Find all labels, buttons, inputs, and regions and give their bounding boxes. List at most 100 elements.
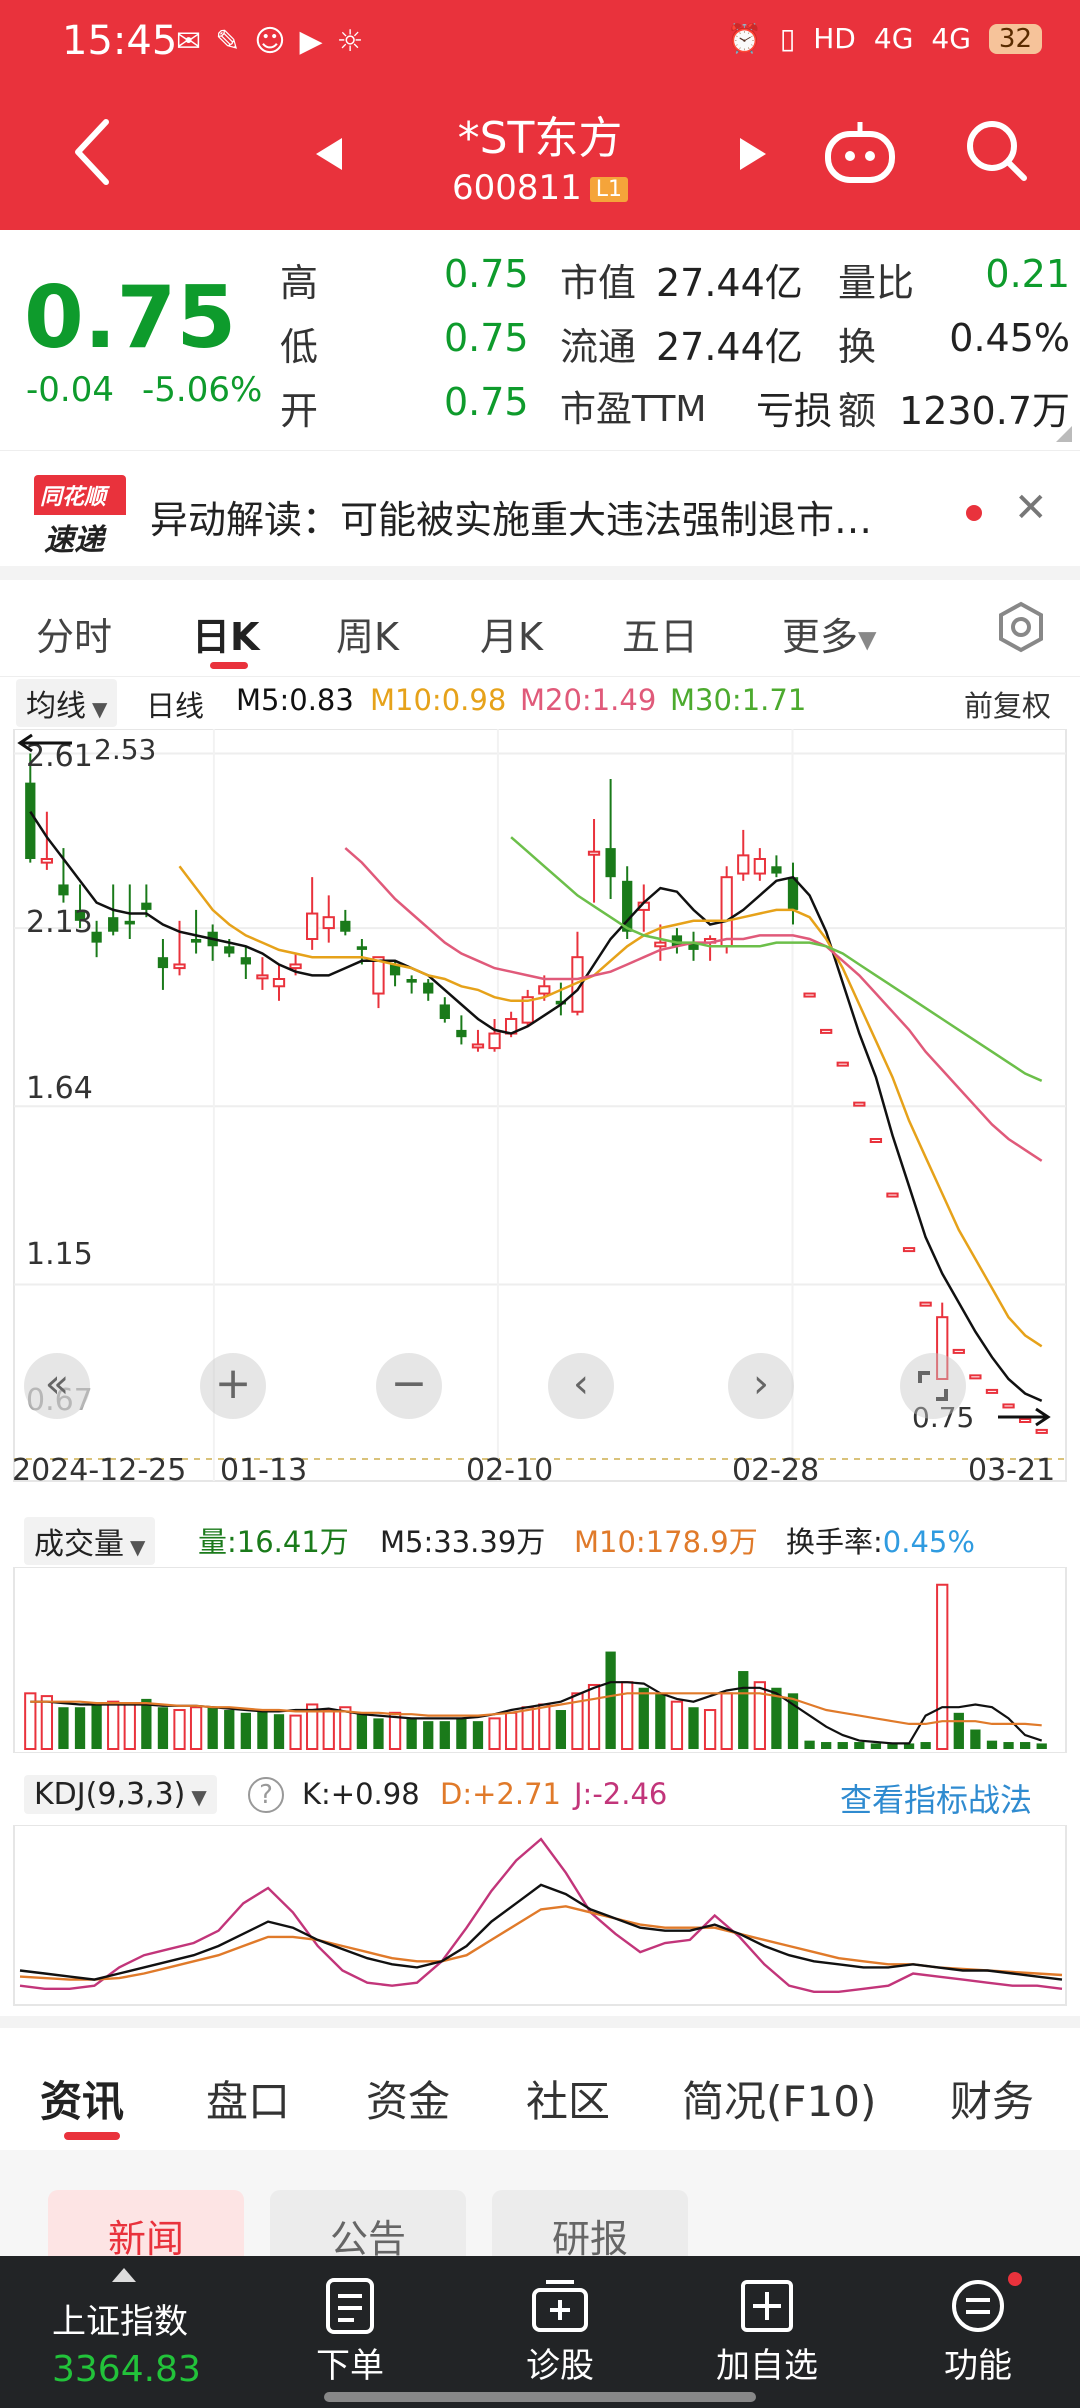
assistant-icon[interactable]	[822, 118, 898, 192]
news-alert[interactable]: 同花顺 速递 异动解读：可能被实施重大违法强制退市… ✕	[0, 450, 1080, 570]
tab-news-info[interactable]: 资讯	[40, 2068, 124, 2140]
period-label: 日线	[146, 689, 205, 723]
tab-community[interactable]: 社区	[526, 2068, 610, 2129]
change-percent: -5.06%	[141, 370, 263, 410]
signal-icon-2: 4G	[931, 22, 971, 55]
indicator-dropdown-label: 均线	[26, 689, 86, 724]
function-label: 功能	[944, 2346, 1012, 2386]
home-indicator[interactable]	[324, 2392, 756, 2402]
function-button[interactable]: 功能	[928, 2276, 1028, 2387]
price-tick-4: 1.15	[26, 1237, 93, 1272]
tab-finance[interactable]: 财务	[950, 2068, 1034, 2129]
tab-five-day[interactable]: 五日	[622, 606, 698, 661]
candle-body	[853, 1101, 866, 1107]
indicator-dropdown[interactable]: 均线 ▼	[16, 679, 118, 727]
info-tabs: 资讯 盘口 资金 社区 简况(F10) 财务	[0, 2026, 1080, 2150]
volume-bar	[289, 1714, 302, 1750]
next-stock-icon[interactable]	[736, 134, 770, 178]
expand-corner-icon[interactable]	[1056, 426, 1072, 442]
volume-dropdown[interactable]: 成交量 ▼	[24, 1517, 156, 1565]
indicator-strategy-link[interactable]: 查看指标战法	[840, 1775, 1032, 1821]
tab-f10[interactable]: 简况(F10)	[682, 2068, 876, 2129]
zoom-out-icon[interactable]: −	[376, 1353, 442, 1419]
stat-float: 流通 27.44亿	[560, 316, 803, 371]
stat-turnover: 换 0.45%	[838, 316, 1070, 371]
max-arrow-icon	[17, 733, 72, 753]
kdj-line-d	[19, 1905, 1063, 1981]
close-icon[interactable]: ✕	[1014, 485, 1048, 531]
tab-more[interactable]: 更多▼	[782, 606, 876, 661]
ma-line-m20	[344, 847, 1043, 1162]
candle-body	[289, 963, 302, 970]
chevron-down-icon: ▼	[191, 1785, 207, 1809]
candle-body	[737, 854, 750, 875]
candle-body	[340, 920, 351, 932]
volume-bar	[406, 1718, 417, 1749]
pan-left-icon[interactable]: ‹	[548, 1353, 614, 1419]
stat-high-label: 高	[280, 261, 319, 305]
tab-intraday[interactable]: 分时	[36, 606, 112, 661]
tab-daily-k-label: 日K	[192, 615, 260, 659]
fullscreen-icon[interactable]	[900, 1353, 966, 1419]
tab-capital[interactable]: 资金	[366, 2068, 450, 2129]
alarm-icon: ⏰	[726, 22, 762, 55]
diagnose-button[interactable]: 诊股	[510, 2276, 610, 2387]
volume-bar	[123, 1703, 136, 1750]
tab-daily-k[interactable]: 日K	[192, 606, 260, 669]
ma5-legend: M5:0.83	[236, 683, 354, 717]
tab-monthly-k[interactable]: 月K	[480, 606, 543, 661]
ma10-legend: M10:0.98	[370, 683, 507, 717]
volume-bar	[1036, 1743, 1047, 1749]
candle-body	[157, 957, 169, 969]
candle-body	[1035, 1428, 1048, 1434]
volume-bar	[173, 1709, 186, 1751]
index-ticker[interactable]: 上证指数 3364.83	[52, 2268, 201, 2390]
adjust-mode[interactable]: 前复权	[964, 683, 1051, 725]
tab-weekly-k[interactable]: 周K	[336, 606, 399, 661]
volume-bar	[423, 1721, 434, 1749]
candle-body	[240, 957, 251, 965]
fast-back-icon[interactable]: «	[24, 1353, 90, 1419]
add-watchlist-button[interactable]: 加自选	[706, 2276, 828, 2387]
zoom-in-icon[interactable]: +	[200, 1353, 266, 1419]
candle-body	[753, 858, 766, 875]
candle-body	[190, 939, 202, 943]
help-icon[interactable]: ?	[248, 1777, 284, 1813]
pan-right-icon[interactable]: ›	[728, 1353, 794, 1419]
kdj-chart[interactable]	[0, 1825, 1080, 2011]
volume-bar	[91, 1704, 102, 1749]
stat-mktcap-label: 市值	[560, 261, 637, 305]
chevron-down-icon: ▼	[130, 1535, 146, 1559]
chart-settings-icon[interactable]	[994, 600, 1048, 658]
index-name: 上证指数	[52, 2302, 188, 2342]
turnover-label-text: 换手率:	[786, 1525, 883, 1559]
candle-body	[538, 985, 551, 995]
period-tabs: 分时 日K 周K 月K 五日 更多▼	[0, 580, 1080, 676]
date-tick-1: 2024-12-25	[12, 1453, 187, 1488]
volume-m5: M5:33.39万	[380, 1525, 546, 1559]
kdj-dropdown[interactable]: KDJ(9,3,3) ▼	[24, 1775, 217, 1814]
add-watchlist-label: 加自选	[716, 2346, 818, 2386]
kdj-lines	[19, 1837, 1063, 1993]
volume-chart[interactable]	[0, 1567, 1080, 1753]
candle-body	[25, 782, 36, 859]
ths-express-logo: 同花顺 速递	[34, 475, 126, 558]
notification-icons: ✉✎☺▶☼	[176, 24, 378, 59]
volume-bar	[40, 1695, 54, 1751]
order-button[interactable]: 下单	[300, 2276, 400, 2387]
stat-float-label: 流通	[560, 325, 637, 369]
search-icon[interactable]	[962, 116, 1032, 190]
stock-nav: *ST东方 600811 L1	[0, 90, 1080, 230]
candle-body	[836, 1061, 849, 1067]
stock-name: *ST东方	[457, 113, 623, 164]
alert-text[interactable]: 异动解读：可能被实施重大违法强制退市…	[150, 489, 872, 544]
tab-order-book[interactable]: 盘口	[206, 2068, 290, 2129]
stat-mktcap-value: 27.44亿	[656, 261, 803, 305]
candle-body	[969, 1374, 982, 1380]
volume-bar	[504, 1711, 518, 1750]
price-tick-3: 1.64	[26, 1071, 93, 1106]
date-tick-4: 02-28	[732, 1453, 820, 1488]
volume-bar	[456, 1718, 467, 1749]
candle-body	[423, 982, 434, 994]
price-change: -0.04 -5.06%	[26, 370, 262, 410]
